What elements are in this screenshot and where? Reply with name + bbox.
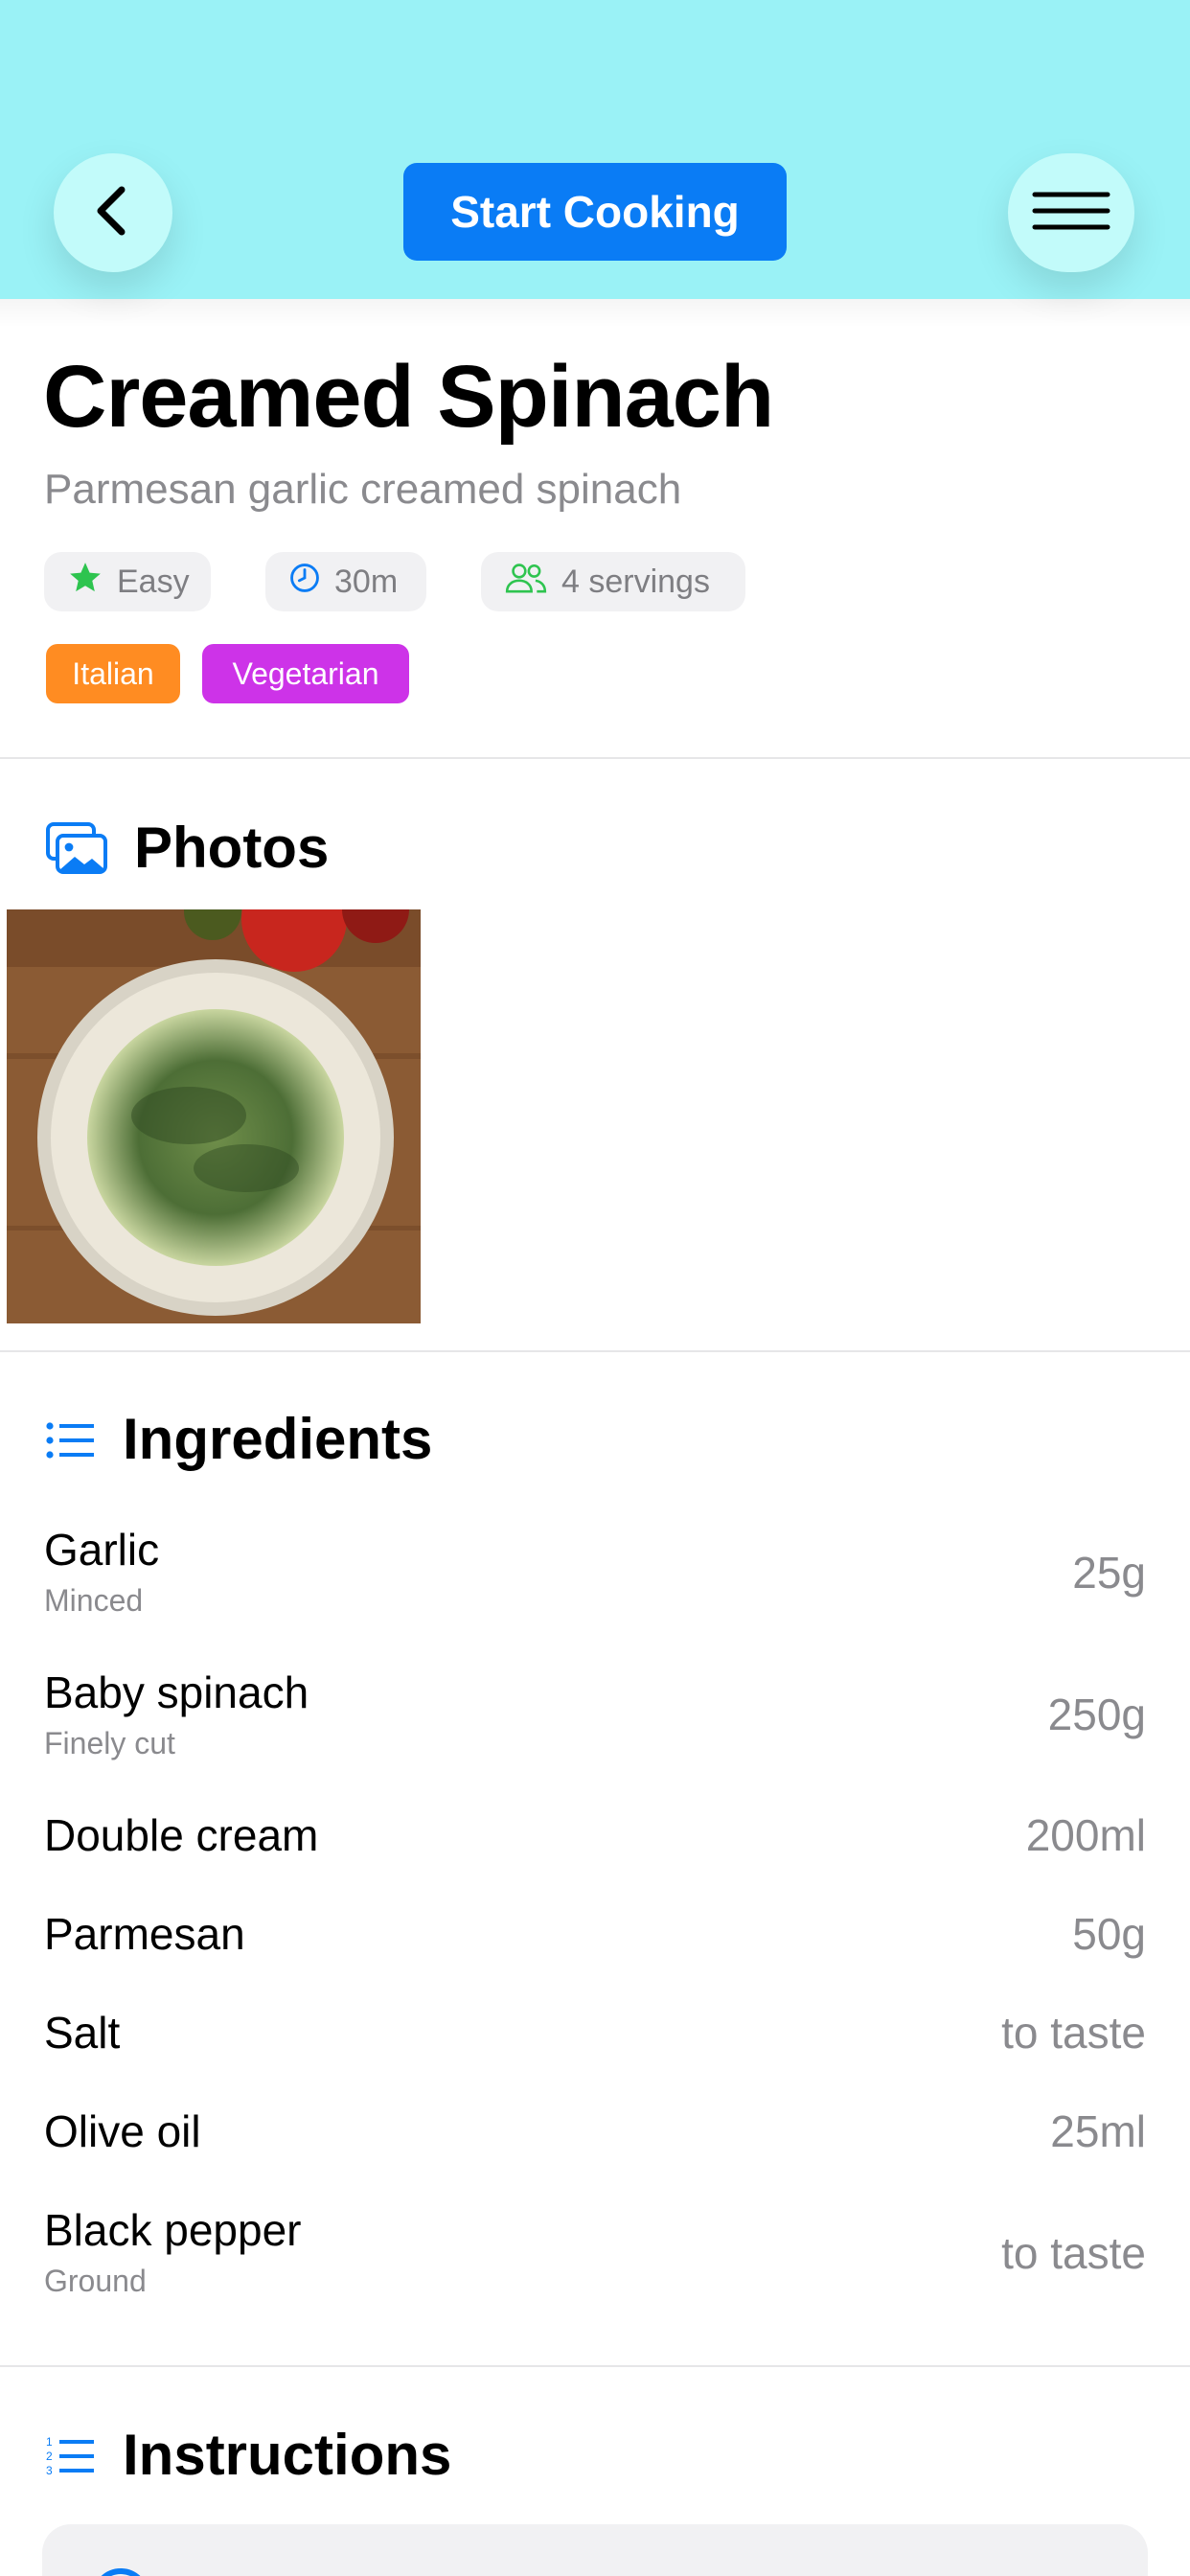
tag-italian[interactable]: Italian bbox=[46, 644, 180, 703]
ingredient-quantity: 200ml bbox=[1025, 1810, 1146, 1860]
instructions-heading: Instructions bbox=[123, 2423, 452, 2487]
ingredient-name: Double cream bbox=[44, 1810, 319, 1860]
hamburger-icon bbox=[1031, 187, 1111, 240]
photos-heading: Photos bbox=[134, 816, 330, 880]
servings-chip: 4 servings bbox=[481, 552, 745, 611]
star-icon bbox=[67, 560, 103, 605]
people-icon bbox=[504, 562, 548, 603]
recipe-subtitle: Parmesan garlic creamed spinach bbox=[44, 466, 682, 513]
ingredient-name: Black pepper bbox=[44, 2205, 302, 2255]
ingredient-name: Olive oil bbox=[44, 2106, 201, 2156]
divider bbox=[0, 757, 1190, 759]
list-icon bbox=[46, 1420, 96, 1465]
ingredient-quantity: to taste bbox=[1001, 2228, 1146, 2278]
ingredient-quantity: 25g bbox=[1072, 1548, 1146, 1598]
svg-text:3: 3 bbox=[46, 2464, 53, 2476]
svg-text:1: 1 bbox=[46, 2436, 53, 2449]
svg-text:2: 2 bbox=[46, 2450, 53, 2463]
ingredient-name: Salt bbox=[44, 2008, 121, 2058]
tag-vegetarian[interactable]: Vegetarian bbox=[202, 644, 409, 703]
servings-label: 4 servings bbox=[561, 563, 710, 600]
instruction-step-card[interactable] bbox=[42, 2524, 1148, 2576]
ingredient-quantity: 250g bbox=[1047, 1690, 1146, 1739]
ingredient-name: Baby spinach bbox=[44, 1668, 309, 1717]
ingredient-quantity: to taste bbox=[1001, 2008, 1146, 2058]
step-indicator bbox=[92, 2568, 149, 2576]
time-chip: 30m bbox=[265, 552, 426, 611]
time-label: 30m bbox=[334, 563, 399, 600]
ingredient-note: Ground bbox=[44, 2264, 147, 2298]
ingredients-heading: Ingredients bbox=[123, 1407, 433, 1471]
recipe-title: Creamed Spinach bbox=[43, 348, 774, 446]
ingredient-quantity: 25ml bbox=[1050, 2106, 1146, 2156]
difficulty-label: Easy bbox=[117, 563, 190, 600]
divider bbox=[0, 2365, 1190, 2367]
ingredient-quantity: 50g bbox=[1072, 1909, 1146, 1959]
ingredient-note: Minced bbox=[44, 1583, 144, 1618]
top-bar-shadow bbox=[0, 299, 1190, 328]
ingredient-name: Parmesan bbox=[44, 1909, 245, 1959]
clock-icon bbox=[288, 562, 321, 603]
ingredient-name: Garlic bbox=[44, 1525, 160, 1575]
divider bbox=[0, 1350, 1190, 1352]
difficulty-chip: Easy bbox=[44, 552, 211, 611]
numbered-list-icon: 1 2 3 bbox=[46, 2435, 96, 2481]
photos-icon bbox=[46, 822, 109, 881]
start-cooking-button[interactable]: Start Cooking bbox=[403, 163, 787, 261]
menu-button[interactable] bbox=[1008, 153, 1134, 272]
back-button[interactable] bbox=[54, 153, 172, 272]
chevron-left-icon bbox=[89, 182, 137, 244]
recipe-photo[interactable] bbox=[7, 909, 421, 1323]
ingredient-note: Finely cut bbox=[44, 1726, 175, 1760]
